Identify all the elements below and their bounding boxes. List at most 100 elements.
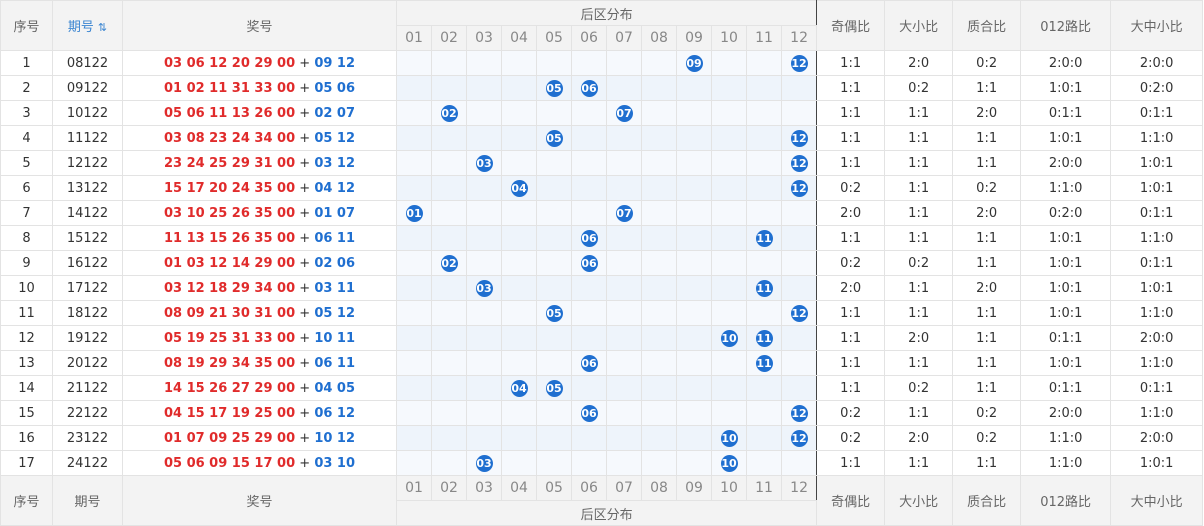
row-draw: 14 15 26 27 29 00 + 04 05	[122, 375, 397, 401]
zone-ball: 04	[510, 179, 528, 197]
header-big-small: 大小比	[884, 0, 954, 51]
zone-cell-07	[606, 75, 642, 101]
zone-cell-03	[466, 125, 502, 151]
row-big-small: 1:1	[884, 400, 954, 426]
zone-ball: 12	[790, 304, 808, 322]
zone-cell-01	[396, 175, 432, 201]
row-bms: 1:1:0	[1110, 125, 1204, 151]
zone-cell-11	[746, 100, 782, 126]
row-bms: 1:0:1	[1110, 450, 1204, 476]
zone-header-12: 12	[780, 25, 818, 51]
zone-cell-02	[431, 50, 467, 76]
table-row: 12 19122 05 19 25 31 33 00 + 10 11 10 11 1:1 2…	[0, 325, 1204, 351]
zone-cell-05	[536, 350, 572, 376]
zone-cell-03	[466, 375, 502, 401]
row-bms: 0:1:1	[1110, 200, 1204, 226]
row-draw: 23 24 25 29 31 00 + 03 12	[122, 150, 397, 176]
row-draw: 03 06 12 20 29 00 + 09 12	[122, 50, 397, 76]
zone-ball: 11	[755, 229, 773, 247]
zone-cell-08	[641, 250, 677, 276]
zone-cell-11	[746, 250, 782, 276]
zone-cell-04	[501, 225, 537, 251]
table-row: 10 17122 03 12 18 29 34 00 + 03 11 03 11 2:0 1…	[0, 275, 1204, 301]
back-numbers: 01 07	[314, 205, 356, 221]
row-seq: 12	[0, 325, 53, 351]
row-big-small: 1:1	[884, 225, 954, 251]
row-bms: 2:0:0	[1110, 425, 1204, 451]
footer-012: 012路比	[1020, 475, 1112, 526]
zone-cell-03	[466, 175, 502, 201]
zone-header-01: 01	[396, 25, 432, 51]
zone-cell-08	[641, 200, 677, 226]
zone-cell-04	[501, 325, 537, 351]
zone-cell-02	[431, 175, 467, 201]
zone-cell-08	[641, 350, 677, 376]
row-big-small: 1:1	[884, 200, 954, 226]
zone-cell-12	[780, 325, 818, 351]
plus-sign: +	[295, 405, 315, 421]
zone-cell-08	[641, 100, 677, 126]
row-prime: 2:0	[952, 200, 1022, 226]
row-big-small: 1:1	[884, 350, 954, 376]
row-big-small: 1:1	[884, 275, 954, 301]
zone-cell-06	[571, 100, 607, 126]
row-bms: 0:1:1	[1110, 375, 1204, 401]
row-issue: 23122	[52, 425, 123, 451]
front-numbers: 03 08 23 24 34 00	[163, 130, 296, 146]
row-012: 2:0:0	[1020, 150, 1112, 176]
back-numbers: 04 12	[314, 180, 356, 196]
zone-cell-06	[571, 125, 607, 151]
zone-cell-02	[431, 350, 467, 376]
zone-cell-01	[396, 350, 432, 376]
zone-cell-04	[501, 125, 537, 151]
zone-cell-02	[431, 75, 467, 101]
zone-ball: 11	[755, 329, 773, 347]
zone-cell-05	[536, 100, 572, 126]
footer-big-small: 大小比	[884, 475, 954, 526]
table-row: 13 20122 08 19 29 34 35 00 + 06 11 06 11 1:1 1…	[0, 350, 1204, 376]
row-prime: 1:1	[952, 75, 1022, 101]
header-issue[interactable]: 期号 ⇅	[52, 0, 123, 51]
row-prime: 0:2	[952, 400, 1022, 426]
front-numbers: 05 06 11 13 26 00	[163, 105, 296, 121]
zone-cell-11	[746, 450, 782, 476]
row-big-small: 0:2	[884, 250, 954, 276]
row-prime: 1:1	[952, 450, 1022, 476]
row-bms: 2:0:0	[1110, 325, 1204, 351]
plus-sign: +	[295, 155, 315, 171]
front-numbers: 03 06 12 20 29 00	[163, 55, 296, 71]
zone-cell-10	[711, 275, 747, 301]
header-issue-label: 期号	[67, 20, 94, 35]
zone-cell-09	[676, 375, 712, 401]
footer-seq: 序号	[0, 475, 53, 526]
row-odd-even: 1:1	[816, 150, 886, 176]
zone-cell-12	[780, 250, 818, 276]
row-issue: 22122	[52, 400, 123, 426]
row-012: 1:0:1	[1020, 75, 1112, 101]
zone-cell-04	[501, 400, 537, 426]
zone-header-06: 06	[571, 25, 607, 51]
row-seq: 14	[0, 375, 53, 401]
table-row: 2 09122 01 02 11 31 33 00 + 05 06 05 06 1:1 0:…	[0, 75, 1204, 101]
row-draw: 01 07 09 25 29 00 + 10 12	[122, 425, 397, 451]
row-prime: 1:1	[952, 250, 1022, 276]
zone-cell-08	[641, 450, 677, 476]
zone-cell-04: 04	[501, 375, 537, 401]
zone-cell-05	[536, 450, 572, 476]
zone-cell-01	[396, 250, 432, 276]
sort-icon[interactable]: ⇅	[98, 21, 107, 34]
row-big-small: 1:1	[884, 150, 954, 176]
zone-cell-09: 09	[676, 50, 712, 76]
zone-header-08: 08	[641, 25, 677, 51]
zone-cell-12	[780, 225, 818, 251]
row-012: 1:1:0	[1020, 175, 1112, 201]
table-row: 9 16122 01 03 12 14 29 00 + 02 06 02 06 0:2 0:…	[0, 250, 1204, 276]
row-seq: 11	[0, 300, 53, 326]
header-012: 012路比	[1020, 0, 1112, 51]
zone-cell-09	[676, 425, 712, 451]
zone-cell-04: 04	[501, 175, 537, 201]
plus-sign: +	[295, 455, 315, 471]
zone-cell-08	[641, 300, 677, 326]
zone-cell-03: 03	[466, 275, 502, 301]
zone-ball: 09	[685, 54, 703, 72]
